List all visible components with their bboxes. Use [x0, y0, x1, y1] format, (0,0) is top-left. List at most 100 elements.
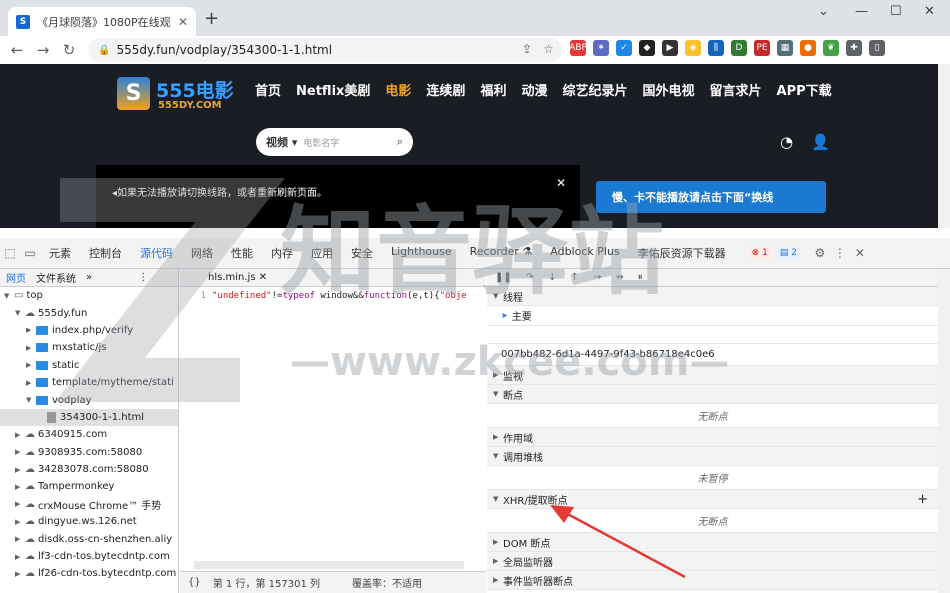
- tree-item[interactable]: ▶ static: [0, 357, 178, 374]
- pause-on-exceptions-icon[interactable]: ⏸: [638, 272, 643, 283]
- search-icon[interactable]: ⌕: [397, 135, 403, 149]
- inspect-icon[interactable]: ⬚: [0, 246, 20, 260]
- devtools-tab[interactable]: 性能: [222, 245, 262, 261]
- puzzle-icon[interactable]: ✚: [846, 40, 862, 56]
- search-input[interactable]: 电影名字: [303, 136, 390, 149]
- devtools-tab[interactable]: 应用: [302, 245, 342, 261]
- site-nav-item[interactable]: 福利: [480, 80, 506, 99]
- tree-item[interactable]: ▶ ☁ 6340915.com: [0, 426, 178, 443]
- maximize-icon[interactable]: ☐: [890, 4, 902, 19]
- tag-icon[interactable]: ◈: [685, 40, 701, 56]
- tree-item[interactable]: ▼ vodplay: [0, 391, 178, 408]
- site-nav-item[interactable]: APP下载: [777, 80, 832, 99]
- code-line[interactable]: 1 "undefined"!=typeof window&&function(e,…: [180, 291, 467, 301]
- browser-tab[interactable]: S 《月球陨落》1080P在线观看-555 ✕: [8, 7, 196, 36]
- tree-item[interactable]: ▶ ☁ lf3-cdn-tos.bytecdntp.com: [0, 548, 178, 565]
- editor-hscrollbar[interactable]: [194, 561, 464, 569]
- section-global-listeners[interactable]: ▶ 全局监听器: [487, 552, 938, 571]
- step-out-icon[interactable]: ↑: [571, 272, 579, 283]
- tree-item[interactable]: ▶ mxstatic/js: [0, 339, 178, 356]
- tree-item[interactable]: ▶ ☁ disdk.oss-cn-shenzhen.aliy: [0, 530, 178, 547]
- tree-item[interactable]: ▶ ☁ Tampermonkey: [0, 478, 178, 495]
- step-over-icon[interactable]: ↷: [526, 272, 534, 283]
- sidepanel-icon[interactable]: ▯: [869, 40, 885, 56]
- step-into-icon[interactable]: ↓: [548, 272, 556, 283]
- site-nav-item[interactable]: 首页: [255, 80, 281, 99]
- search-category-select[interactable]: 视频 ▾: [266, 134, 297, 150]
- thread-worker[interactable]: 007bb482-6d1a-4497-9f43-b86718e4c0e6: [487, 344, 938, 366]
- tree-item[interactable]: ▼ ☁ 555dy.fun: [0, 304, 178, 321]
- navigator-menu-icon[interactable]: ⋮: [138, 272, 148, 283]
- site-nav-item[interactable]: 留言求片: [710, 80, 762, 99]
- scan-icon[interactable]: ▦: [777, 40, 793, 56]
- switch-line-button[interactable]: 慢、卡不能播放请点击下面“换线: [596, 181, 826, 213]
- section-watch[interactable]: ▶ 监视: [487, 366, 938, 385]
- section-scope[interactable]: ▶ 作用域: [487, 428, 938, 447]
- pause-icon[interactable]: ❚❚: [495, 272, 512, 283]
- devtools-tab[interactable]: 李佑辰资源下载器: [629, 245, 735, 261]
- forward-icon[interactable]: →: [30, 41, 56, 59]
- video-player[interactable]: ◂如果无法播放请切换线路，或者重新刷新页面。 ✕: [96, 165, 580, 228]
- section-xhr-breakpoints[interactable]: ▼ XHR/提取断点 +: [487, 490, 938, 509]
- play-icon[interactable]: ▶: [662, 40, 678, 56]
- site-logo-icon[interactable]: S: [117, 77, 150, 110]
- bookmark-star-icon[interactable]: ☆: [543, 42, 554, 56]
- message-badge[interactable]: ▤ 2: [776, 247, 800, 259]
- new-tab-icon[interactable]: +: [204, 8, 219, 29]
- minimize-icon[interactable]: —: [855, 4, 868, 19]
- close-window-icon[interactable]: ✕: [924, 4, 935, 19]
- share-icon[interactable]: ⇪: [522, 42, 532, 56]
- history-icon[interactable]: ◔: [780, 133, 793, 151]
- devtools-tab[interactable]: 网络: [182, 245, 222, 261]
- leaf-icon[interactable]: ❦: [823, 40, 839, 56]
- thread-main[interactable]: ➤ 主要: [487, 306, 938, 326]
- bars-icon[interactable]: ⫼: [708, 40, 724, 56]
- user-icon[interactable]: 👤: [811, 133, 830, 151]
- feather-icon[interactable]: ✶: [593, 40, 609, 56]
- editor-tab-hls[interactable]: hls.min.js ✕: [208, 272, 267, 283]
- devtools-tab[interactable]: 源代码: [131, 245, 182, 261]
- site-nav-item[interactable]: 电影: [385, 80, 411, 99]
- site-nav-item[interactable]: Netflix美剧: [296, 80, 370, 99]
- add-xhr-breakpoint-icon[interactable]: +: [917, 492, 928, 507]
- section-dom-breakpoints[interactable]: ▶ DOM 断点: [487, 533, 938, 552]
- section-call-stack[interactable]: ▼ 调用堆栈: [487, 447, 938, 466]
- cat-icon[interactable]: ◆: [639, 40, 655, 56]
- address-bar[interactable]: 🔒 555dy.fun/vodplay/354300-1-1.html ☆ ⇪: [88, 38, 562, 62]
- devtools-tab[interactable]: 内存: [262, 245, 302, 261]
- devtools-tab[interactable]: Recorder ⚗: [461, 245, 542, 261]
- deactivate-breakpoints-icon[interactable]: ⇸: [615, 272, 623, 283]
- tab-close-icon[interactable]: ✕: [178, 15, 188, 29]
- tree-item[interactable]: ▶ ☁ 9308935.com:58080: [0, 444, 178, 461]
- tab-search-icon[interactable]: ⌄: [818, 4, 829, 19]
- notice-close-icon[interactable]: ✕: [556, 176, 566, 190]
- check-icon[interactable]: ✓: [616, 40, 632, 56]
- reload-icon[interactable]: ↻: [56, 41, 82, 59]
- more-options-icon[interactable]: ⋮: [830, 246, 850, 260]
- devtools-tab[interactable]: 控制台: [80, 245, 131, 261]
- pdf-icon[interactable]: PE: [754, 40, 770, 56]
- error-badge[interactable]: ⊗ 1: [748, 247, 771, 259]
- section-breakpoints[interactable]: ▼ 断点: [487, 385, 938, 404]
- site-nav-item[interactable]: 国外电视: [642, 80, 694, 99]
- devtools-tab[interactable]: 安全: [342, 245, 382, 261]
- tree-item[interactable]: ▶ ☁ crxMouse Chrome™ 手势: [0, 496, 178, 513]
- site-nav-item[interactable]: 综艺纪录片: [562, 80, 627, 99]
- site-search[interactable]: 视频 ▾ 电影名字 ⌕: [256, 128, 413, 156]
- adblock-icon[interactable]: ABP: [569, 40, 587, 56]
- tree-item[interactable]: ▶ ☁ 34283078.com:58080: [0, 461, 178, 478]
- site-nav-item[interactable]: 连续剧: [426, 80, 465, 99]
- debugger-scrollbar[interactable]: [938, 269, 950, 593]
- devtools-tab[interactable]: Adblock Plus: [541, 245, 628, 261]
- pretty-print-icon[interactable]: {}: [188, 577, 201, 588]
- tree-item[interactable]: ▼ ▭ top: [0, 287, 178, 304]
- settings-gear-icon[interactable]: ⚙: [810, 246, 830, 260]
- tree-item[interactable]: ▶ ☁ dingyue.ws.126.net: [0, 513, 178, 530]
- step-icon[interactable]: →: [593, 272, 601, 283]
- devtools-tab[interactable]: 元素: [40, 245, 80, 261]
- page-scrollbar[interactable]: [938, 64, 950, 228]
- site-nav-item[interactable]: 动漫: [521, 80, 547, 99]
- back-icon[interactable]: ←: [4, 41, 30, 59]
- tree-item[interactable]: ▶ ☁ lf26-cdn-tos.bytecdntp.com: [0, 565, 178, 582]
- close-devtools-icon[interactable]: ✕: [850, 246, 870, 260]
